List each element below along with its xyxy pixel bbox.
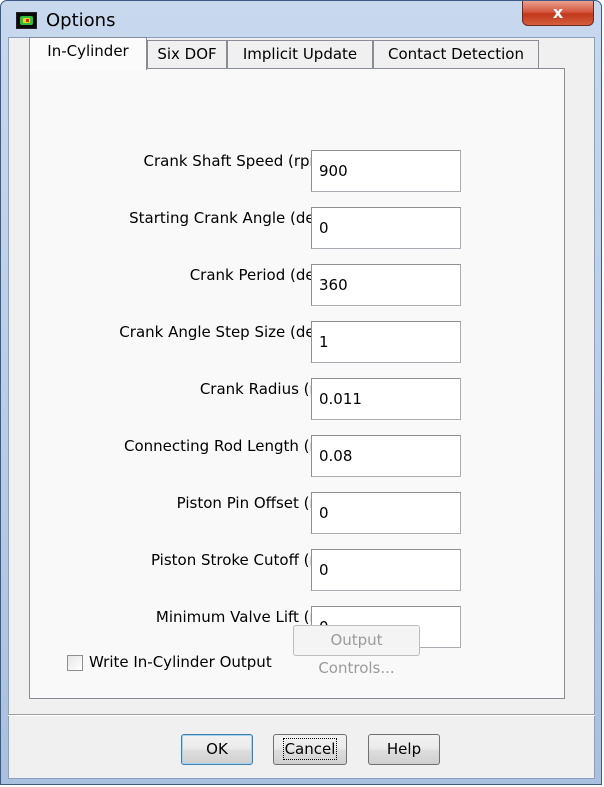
output-controls-button[interactable]: Output Controls...: [293, 625, 420, 677]
starting-crank-angle-label: Starting Crank Angle (deg): [129, 209, 330, 227]
tab-label: Six DOF: [157, 45, 217, 63]
field-row: Crank Period (deg) 360: [30, 264, 566, 308]
app-icon: [16, 12, 37, 29]
crank-shaft-speed-label: Crank Shaft Speed (rpm): [143, 152, 330, 170]
piston-stroke-cutoff-input[interactable]: 0: [311, 549, 461, 591]
close-icon: x: [552, 3, 564, 22]
field-row: Crank Angle Step Size (deg) 1: [30, 321, 566, 365]
ok-label: OK: [206, 740, 228, 758]
crank-period-label: Crank Period (deg): [189, 266, 330, 284]
starting-crank-angle-input[interactable]: 0: [311, 207, 461, 249]
title-bar[interactable]: Options x: [1, 1, 603, 37]
tab-six-dof[interactable]: Six DOF: [147, 40, 227, 69]
crank-angle-step-size-label: Crank Angle Step Size (deg): [119, 323, 330, 341]
help-label: Help: [386, 740, 422, 758]
crank-radius-input[interactable]: 0.011: [311, 378, 461, 420]
help-button[interactable]: Help: [368, 734, 440, 765]
piston-pin-offset-label: Piston Pin Offset (m): [176, 494, 330, 512]
minimum-valve-lift-label: Minimum Valve Lift (m): [155, 608, 330, 626]
cancel-button[interactable]: Cancel: [273, 734, 347, 765]
connecting-rod-length-input[interactable]: 0.08: [311, 435, 461, 477]
write-output-checkbox[interactable]: [67, 655, 83, 671]
tab-implicit-update[interactable]: Implicit Update: [227, 40, 373, 69]
tab-label: Contact Detection: [388, 45, 524, 63]
crank-period-input[interactable]: 360: [311, 264, 461, 306]
piston-pin-offset-input[interactable]: 0: [311, 492, 461, 534]
field-row: Crank Radius (m) 0.011: [30, 378, 566, 422]
tab-contact-detection[interactable]: Contact Detection: [373, 40, 539, 69]
close-button[interactable]: x: [522, 1, 594, 26]
crank-shaft-speed-input[interactable]: 900: [311, 150, 461, 192]
tab-label: Implicit Update: [242, 45, 358, 63]
in-cylinder-panel: Crank Shaft Speed (rpm) 900 Starting Cra…: [29, 68, 565, 699]
connecting-rod-length-label: Connecting Rod Length (m): [123, 437, 330, 455]
button-separator: [8, 714, 595, 716]
write-output-label: Write In-Cylinder Output: [89, 653, 272, 671]
crank-angle-step-size-input[interactable]: 1: [311, 321, 461, 363]
field-row: Starting Crank Angle (deg) 0: [30, 207, 566, 251]
cancel-label: Cancel: [282, 738, 338, 760]
ok-button[interactable]: OK: [181, 734, 253, 765]
tab-label: In-Cylinder: [47, 42, 129, 60]
field-row: Piston Pin Offset (m) 0: [30, 492, 566, 536]
field-row: Piston Stroke Cutoff (m) 0: [30, 549, 566, 593]
piston-stroke-cutoff-label: Piston Stroke Cutoff (m): [150, 551, 330, 569]
field-row: Crank Shaft Speed (rpm) 900: [30, 150, 566, 194]
options-dialog: Options x In-Cylinder Six DOF Implicit U…: [0, 0, 602, 785]
tab-in-cylinder[interactable]: In-Cylinder: [29, 37, 147, 70]
field-row: Connecting Rod Length (m) 0.08: [30, 435, 566, 479]
window-title: Options: [46, 10, 116, 31]
